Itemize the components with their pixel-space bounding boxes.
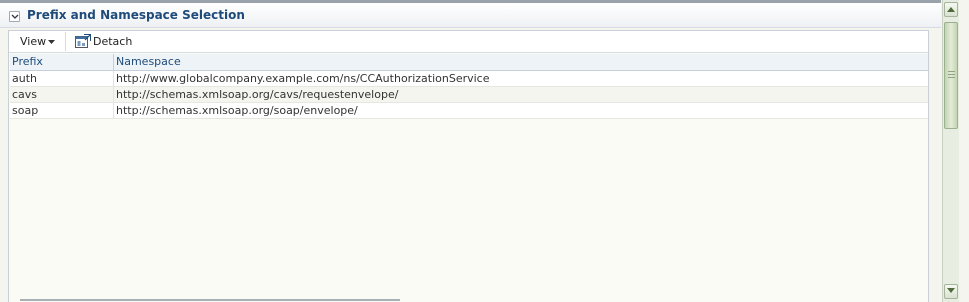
toolbar: View Detach: [9, 31, 928, 53]
table-row[interactable]: cavs http://schemas.xmlsoap.org/cavs/req…: [10, 87, 928, 103]
grip-line: [948, 74, 955, 75]
table-row[interactable]: auth http://www.globalcompany.example.co…: [10, 71, 928, 87]
scrollbar-thumb[interactable]: [944, 22, 958, 129]
column-divider[interactable]: [113, 54, 114, 71]
detach-icon: [75, 34, 91, 48]
arrow-up-icon[interactable]: [944, 2, 958, 17]
view-menu-label: View: [20, 35, 47, 48]
view-menu-button[interactable]: View: [16, 31, 50, 52]
section-title: Prefix and Namespace Selection: [27, 8, 245, 22]
namespace-cell: http://www.globalcompany.example.com/ns/…: [116, 72, 490, 85]
namespace-table: Prefix Namespace auth http://www.globalc…: [10, 54, 928, 119]
prefix-cell: auth: [12, 72, 37, 85]
section-header: Prefix and Namespace Selection: [0, 3, 941, 28]
column-divider: [113, 103, 114, 119]
column-divider: [113, 71, 114, 87]
namespace-cell: http://schemas.xmlsoap.org/soap/envelope…: [116, 104, 358, 117]
vertical-scrollbar[interactable]: [942, 0, 959, 302]
detach-label: Detach: [93, 35, 133, 48]
chevron-down-icon[interactable]: [9, 11, 20, 22]
toolbar-separator: [65, 32, 66, 51]
caret-down-icon[interactable]: [48, 40, 55, 44]
window-edge: [960, 0, 969, 302]
table-header: Prefix Namespace: [10, 54, 928, 71]
prefix-cell: soap: [12, 104, 39, 117]
grip-line: [948, 77, 955, 78]
column-header-prefix[interactable]: Prefix: [12, 54, 43, 70]
grip-line: [948, 71, 955, 72]
namespace-panel: View Detach Prefix Namespace auth http:/: [8, 30, 929, 302]
column-divider: [113, 87, 114, 103]
column-header-namespace[interactable]: Namespace: [116, 54, 181, 70]
namespace-cell: http://schemas.xmlsoap.org/cavs/requeste…: [116, 88, 399, 101]
prefix-cell: cavs: [12, 88, 38, 101]
horizontal-scrollbar[interactable]: [20, 299, 400, 301]
table-row[interactable]: soap http://schemas.xmlsoap.org/soap/env…: [10, 103, 928, 119]
arrow-down-icon[interactable]: [944, 284, 958, 299]
